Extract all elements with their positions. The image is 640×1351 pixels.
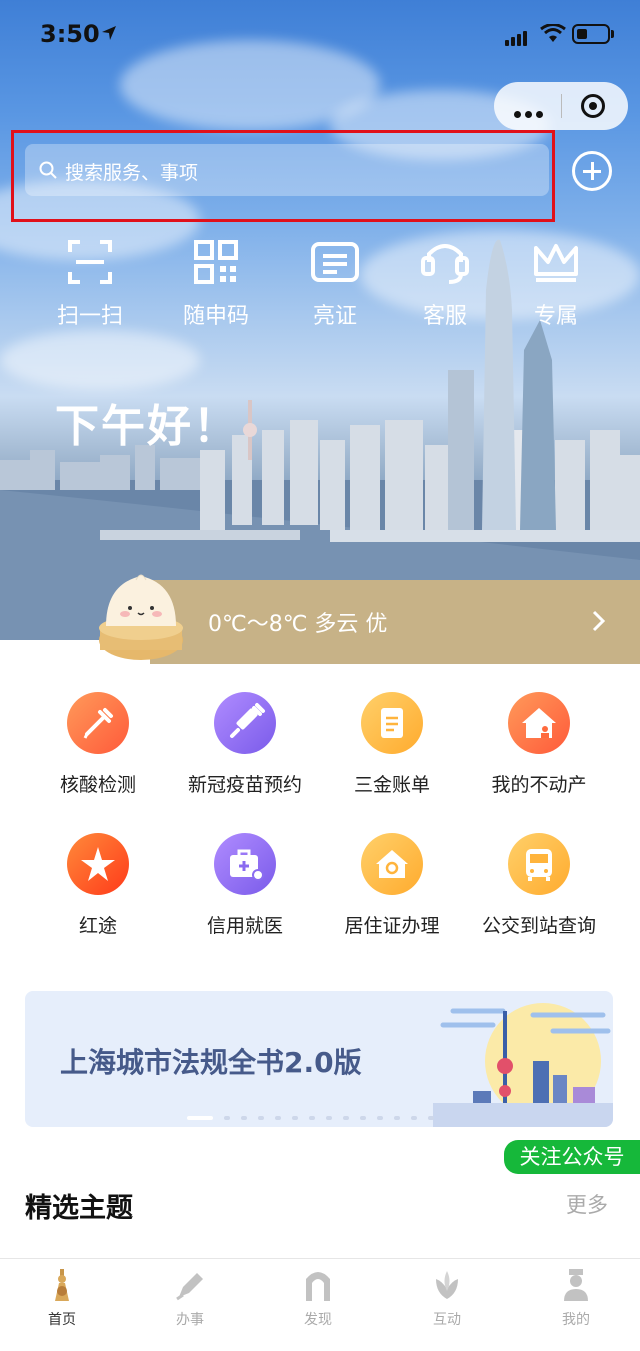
arch-icon — [306, 1272, 330, 1301]
section-more-link[interactable]: 更多 — [566, 1189, 608, 1219]
banner-title: 上海城市法规全书2.0版 — [60, 1046, 362, 1079]
battery-icon — [572, 24, 610, 44]
tab-services[interactable]: 办事 — [150, 1269, 230, 1329]
quick-action-label: 专属 — [533, 304, 578, 329]
service-my-property[interactable]: 我的不动产 — [464, 692, 614, 797]
house-icon — [508, 692, 570, 754]
quick-action-qrcode[interactable]: 随申码 — [166, 240, 266, 330]
battery-tip — [611, 30, 614, 38]
home-tower-icon — [55, 1269, 69, 1301]
scan-icon — [68, 240, 112, 284]
tab-bar: 首页 办事 发现 互动 我的 — [0, 1258, 640, 1351]
medical-kit-icon — [214, 833, 276, 895]
xiaolongbao-mascot-icon — [99, 574, 183, 660]
bill-icon — [361, 692, 423, 754]
cellular-signal-icon — [505, 27, 529, 46]
search-highlight-box — [11, 130, 555, 222]
quick-action-service[interactable]: 客服 — [395, 240, 495, 330]
add-button[interactable] — [572, 151, 612, 191]
magnolia-icon — [436, 1271, 458, 1299]
service-label: 新冠疫苗预约 — [187, 774, 302, 796]
home-badge-icon — [361, 833, 423, 895]
tab-mine[interactable]: 我的 — [536, 1269, 616, 1329]
crown-icon — [534, 244, 578, 282]
quick-action-exclusive[interactable]: 专属 — [506, 240, 606, 330]
dropper-icon — [67, 692, 129, 754]
service-label: 我的不动产 — [491, 774, 587, 796]
tab-label: 互动 — [433, 1312, 461, 1328]
quick-action-scan[interactable]: 扫一扫 — [40, 240, 140, 330]
status-time: 3:50 — [40, 20, 100, 48]
banner-pagination — [187, 1105, 445, 1124]
tab-label: 我的 — [562, 1312, 590, 1328]
follow-official-account-button[interactable]: 关注公众号 — [504, 1140, 640, 1174]
location-arrow-icon — [102, 26, 116, 40]
status-bar: 3:50 — [0, 0, 640, 70]
syringe-icon — [214, 692, 276, 754]
service-residence-permit[interactable]: 居住证办理 — [317, 833, 467, 938]
tab-label: 发现 — [304, 1312, 332, 1328]
headset-icon — [421, 244, 469, 284]
pen-icon — [176, 1273, 203, 1301]
service-red-route[interactable]: 红途 — [23, 833, 173, 938]
service-vaccine-booking[interactable]: 新冠疫苗预约 — [170, 692, 320, 797]
tab-label: 办事 — [176, 1312, 204, 1328]
weather-bar[interactable]: 0℃～8℃ 多云 优 — [150, 580, 640, 664]
tab-label: 首页 — [48, 1312, 76, 1328]
service-label: 红途 — [78, 915, 117, 937]
quick-action-label: 扫一扫 — [56, 304, 123, 329]
service-label: 居住证办理 — [344, 915, 440, 937]
miniprogram-capsule — [494, 82, 628, 130]
service-bus-arrival[interactable]: 公交到站查询 — [464, 833, 614, 938]
id-card-icon — [311, 242, 359, 282]
more-options-icon[interactable] — [514, 103, 547, 122]
wifi-icon — [540, 24, 566, 42]
service-credit-medical[interactable]: 信用就医 — [170, 833, 320, 938]
tab-home[interactable]: 首页 — [22, 1269, 102, 1329]
chevron-right-icon — [592, 610, 606, 632]
tab-interact[interactable]: 互动 — [407, 1269, 487, 1329]
bus-icon — [508, 833, 570, 895]
service-label: 公交到站查询 — [481, 915, 596, 937]
quick-action-id-card[interactable]: 亮证 — [285, 240, 385, 330]
greeting-text: 下午好！ — [55, 401, 239, 452]
service-three-funds-bill[interactable]: 三金账单 — [317, 692, 467, 797]
section-title: 精选主题 — [25, 1193, 133, 1224]
star-icon — [67, 833, 129, 895]
qrcode-icon — [194, 240, 238, 284]
service-label: 核酸检测 — [59, 774, 136, 796]
quick-action-label: 随申码 — [182, 304, 249, 329]
service-nucleic-test[interactable]: 核酸检测 — [23, 692, 173, 797]
weather-text: 0℃～8℃ 多云 优 — [208, 612, 388, 637]
quick-action-label: 亮证 — [312, 304, 357, 329]
tab-discover[interactable]: 发现 — [278, 1269, 358, 1329]
shanghai-skyline-illustration — [433, 1003, 613, 1127]
service-label: 三金账单 — [353, 774, 430, 796]
close-miniprogram-icon[interactable] — [581, 94, 605, 118]
service-label: 信用就医 — [206, 915, 283, 937]
promo-banner[interactable]: 上海城市法规全书2.0版 — [25, 991, 613, 1127]
quick-action-label: 客服 — [422, 304, 467, 329]
user-icon — [564, 1269, 588, 1301]
capsule-divider — [561, 94, 562, 118]
